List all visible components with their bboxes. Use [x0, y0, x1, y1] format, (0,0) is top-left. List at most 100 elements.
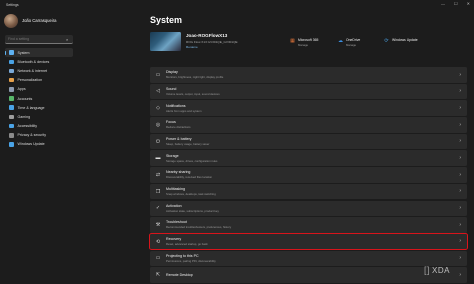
search-input[interactable] — [5, 37, 66, 41]
focus-icon: ◎ — [155, 121, 161, 128]
settings-list: ▭ Display Monitors, brightness, night ligh… — [149, 67, 468, 284]
quick-link-microsoft-365[interactable]: ▦ Microsoft 365 Manage — [290, 38, 319, 48]
quick-link-onedrive[interactable]: ☁ OneDrive Manage — [338, 37, 361, 48]
sidebar-item-accounts[interactable]: Accounts — [5, 94, 73, 103]
settings-row-title: Projecting to this PC — [166, 253, 199, 258]
user-profile[interactable]: João Carrasqueira — [4, 14, 56, 28]
settings-row-subtitle: Permissions, pairing PIN, discoverabilit… — [166, 258, 216, 263]
quick-link-title: OneDrive — [346, 38, 361, 42]
maximize-button[interactable]: ☐ — [454, 1, 458, 6]
bluetooth-and-devices-icon — [9, 59, 14, 65]
rename-link[interactable]: Rename — [186, 45, 198, 49]
system-icon — [9, 50, 14, 55]
settings-row-multitasking[interactable]: ❐ Multitasking Snap windows, desktops, tas… — [150, 183, 467, 200]
settings-row-title: Multitasking — [166, 187, 185, 192]
search-box[interactable]: ⌕ — [5, 35, 73, 44]
sidebar-item-label: Personalization — [17, 78, 43, 83]
settings-row-title: Display — [166, 70, 178, 75]
activation-icon: ✓ — [155, 205, 161, 212]
sidebar-item-label: Accessibility — [17, 124, 38, 129]
close-button[interactable]: ✕ — [467, 1, 470, 6]
windows-update-icon — [9, 142, 14, 147]
chevron-right-icon: › — [459, 205, 461, 211]
chevron-right-icon: › — [459, 221, 461, 228]
sidebar-item-apps[interactable]: Apps — [5, 85, 73, 94]
sidebar-item-label: Privacy & security — [17, 133, 47, 138]
sidebar-item-windows-update[interactable]: Windows Update — [5, 140, 73, 149]
device-card: Joao-ROGFlowX13 ROG Flow X13 GV301QE_GV3… — [150, 30, 472, 54]
network-and-internet-icon — [9, 68, 14, 74]
privacy-and-security-icon — [9, 133, 14, 138]
chevron-right-icon: › — [459, 255, 461, 262]
settings-row-sound[interactable]: ◁ Sound Volume levels, output, input, soun… — [150, 83, 467, 100]
chevron-right-icon: › — [459, 138, 461, 145]
settings-row-power-and-battery[interactable]: ⏻ Power & battery Sleep, battery usage, ba… — [150, 133, 467, 150]
sidebar-item-privacy-and-security[interactable]: Privacy & security — [5, 131, 73, 140]
storage-icon: ▬ — [155, 155, 161, 162]
notifications-icon: ◇ — [156, 105, 160, 112]
accessibility-icon — [9, 123, 14, 129]
sidebar-item-network-and-internet[interactable]: Network & internet — [5, 66, 73, 75]
quick-link-title: Microsoft 365 — [298, 38, 319, 42]
watermark-text: XDA — [432, 265, 450, 275]
power-icon: ⏻ — [156, 138, 160, 145]
sidebar-item-bluetooth-and-devices[interactable]: Bluetooth & devices — [5, 57, 73, 66]
settings-row-subtitle: Sleep, battery usage, battery saver — [166, 142, 210, 146]
minimize-button[interactable]: — — [441, 1, 445, 6]
sidebar-item-label: Network & internet — [17, 68, 48, 73]
sidebar-item-label: Apps — [17, 87, 26, 92]
quick-link-title: Windows Update — [392, 38, 418, 42]
sidebar-item-gaming[interactable]: Gaming — [5, 112, 73, 121]
sidebar: João Carrasqueira ⌕ System Bluetooth & de… — [0, 10, 78, 284]
settings-row-title: Notifications — [166, 103, 186, 108]
settings-row-focus[interactable]: ◎ Focus Reduce distractions › — [150, 117, 467, 133]
settings-row-troubleshoot[interactable]: ⚒ Troubleshoot Recommended troubleshooters… — [150, 217, 467, 233]
avatar — [4, 14, 18, 28]
chevron-right-icon: › — [459, 88, 461, 95]
settings-row-title: Activation — [166, 203, 182, 208]
settings-row-nearby-sharing[interactable]: ⇄ Nearby sharing Discoverability, received… — [150, 167, 467, 183]
xda-logo-icon: [] — [424, 265, 431, 275]
settings-row-subtitle: Reduce distractions — [166, 125, 191, 130]
quick-link-subtitle: Manage — [298, 43, 309, 47]
settings-row-title: Recovery — [166, 237, 182, 242]
settings-row-subtitle: Monitors, brightness, night light, displ… — [166, 75, 224, 80]
settings-row-projecting-to-this-pc[interactable]: ▭ Projecting to this PC Permissions, pairi… — [150, 250, 467, 267]
settings-row-recovery[interactable]: ⟲ Recovery Reset, advanced startup, go bac… — [149, 232, 468, 251]
search-icon[interactable]: ⌕ — [66, 37, 68, 42]
settings-row-title: Focus — [166, 120, 176, 125]
multitasking-icon: ❐ — [155, 188, 161, 195]
settings-row-subtitle: Volume levels, output, input, sound devi… — [166, 91, 220, 96]
sidebar-item-system[interactable]: System — [5, 48, 73, 58]
quick-link-windows-update[interactable]: ⟳ Windows Update — [384, 38, 418, 44]
sidebar-item-label: Accounts — [17, 96, 33, 101]
xda-watermark: [] XDA — [424, 265, 450, 275]
sidebar-item-accessibility[interactable]: Accessibility — [5, 122, 73, 131]
settings-row-title: Troubleshoot — [166, 220, 187, 225]
chevron-right-icon: › — [459, 271, 461, 278]
recovery-icon: ⟲ — [155, 238, 161, 245]
page-title: System — [150, 15, 183, 25]
settings-row-title: Power & battery — [166, 137, 192, 141]
settings-row-title: Storage — [166, 153, 179, 158]
sidebar-item-personalization[interactable]: Personalization — [5, 76, 73, 85]
settings-row-activation[interactable]: ✓ Activation Activation state, subscriptio… — [150, 200, 467, 216]
chevron-right-icon: › — [459, 104, 461, 111]
sidebar-item-label: System — [17, 50, 30, 55]
chevron-right-icon: › — [459, 71, 461, 78]
device-name: Joao-ROGFlowX13 — [186, 33, 228, 38]
settings-row-remote-desktop[interactable]: ⇱ Remote Desktop › — [150, 267, 467, 283]
user-name: João Carrasqueira — [22, 18, 57, 23]
sidebar-item-label: Time & language — [17, 105, 45, 110]
sound-icon: ◁ — [156, 88, 160, 95]
settings-row-storage[interactable]: ▬ Storage Storage space, drives, configura… — [150, 150, 467, 166]
settings-row-display[interactable]: ▭ Display Monitors, brightness, night ligh… — [150, 67, 467, 83]
settings-row-notifications[interactable]: ◇ Notifications Alerts from apps and syste… — [150, 100, 467, 116]
nearby-sharing-icon: ⇄ — [155, 171, 161, 178]
window-title: Settings — [6, 3, 19, 7]
onedrive-icon: ☁ — [338, 37, 343, 44]
chevron-right-icon: › — [459, 121, 461, 128]
sidebar-item-time-and-language[interactable]: Time & language — [5, 103, 73, 112]
sidebar-item-label: Windows Update — [17, 142, 45, 147]
settings-row-title: Nearby sharing — [166, 170, 191, 175]
